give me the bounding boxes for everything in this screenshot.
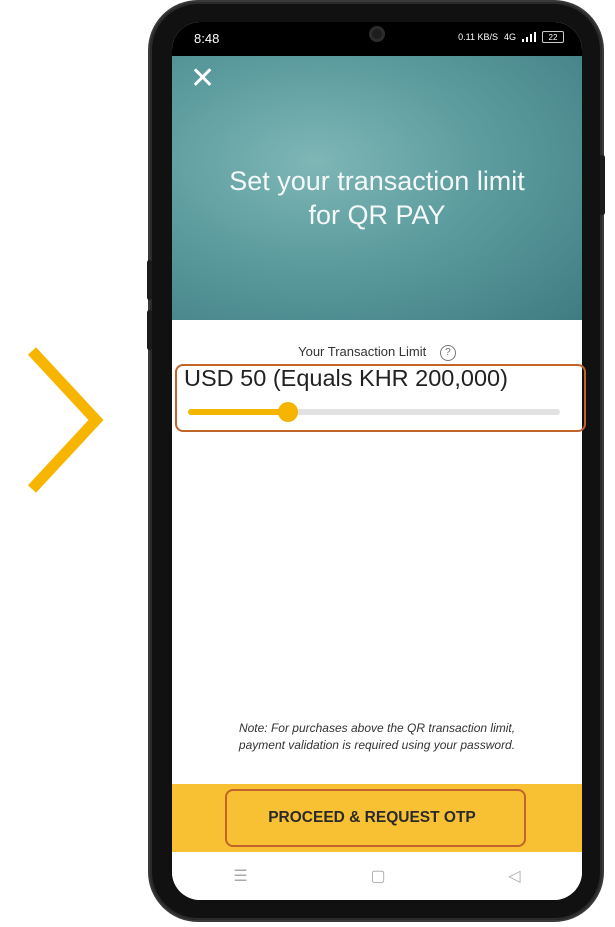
front-camera [369,26,385,42]
transaction-limit-label: Your Transaction Limit [298,344,427,359]
close-button[interactable]: ✕ [190,64,215,94]
system-nav-bar: ☰ ▢ ◁ [172,852,582,900]
page-title: Set your transaction limit for QR PAY [172,164,582,232]
phone-volume-button [147,310,152,350]
status-icons: 0.11 KB/S 4G 22 [458,31,564,43]
limit-note: Note: For purchases above the QR transac… [172,720,582,754]
network-speed: 0.11 KB/S [458,32,498,42]
header-banner: ✕ Set your transaction limit for QR PAY [172,56,582,320]
phone-volume-button [147,260,152,300]
page-title-line2: for QR PAY [308,200,446,230]
battery-level: 22 [548,32,558,42]
chevron-right-icon [27,347,104,493]
limit-note-line2: payment validation is required using you… [238,738,516,752]
phone-screen: 8:48 0.11 KB/S 4G 22 ✕ Set your transact… [172,22,582,900]
phone-power-button [600,155,605,215]
limit-highlight-box [175,364,586,432]
battery-icon: 22 [542,31,564,43]
page-title-line1: Set your transaction limit [229,166,525,196]
signal-icon [522,32,536,42]
help-icon[interactable]: ? [439,344,456,361]
cta-highlight-box [225,789,526,847]
status-time: 8:48 [194,31,220,46]
status-bar: 8:48 0.11 KB/S 4G 22 [172,22,582,56]
transaction-limit-label-row: Your Transaction Limit ? [172,344,582,361]
signal-label: 4G [503,32,516,42]
limit-note-line1: Note: For purchases above the QR transac… [238,721,516,735]
menu-icon[interactable]: ☰ [233,866,247,886]
home-icon[interactable]: ▢ [370,866,385,886]
back-icon[interactable]: ◁ [508,866,520,886]
